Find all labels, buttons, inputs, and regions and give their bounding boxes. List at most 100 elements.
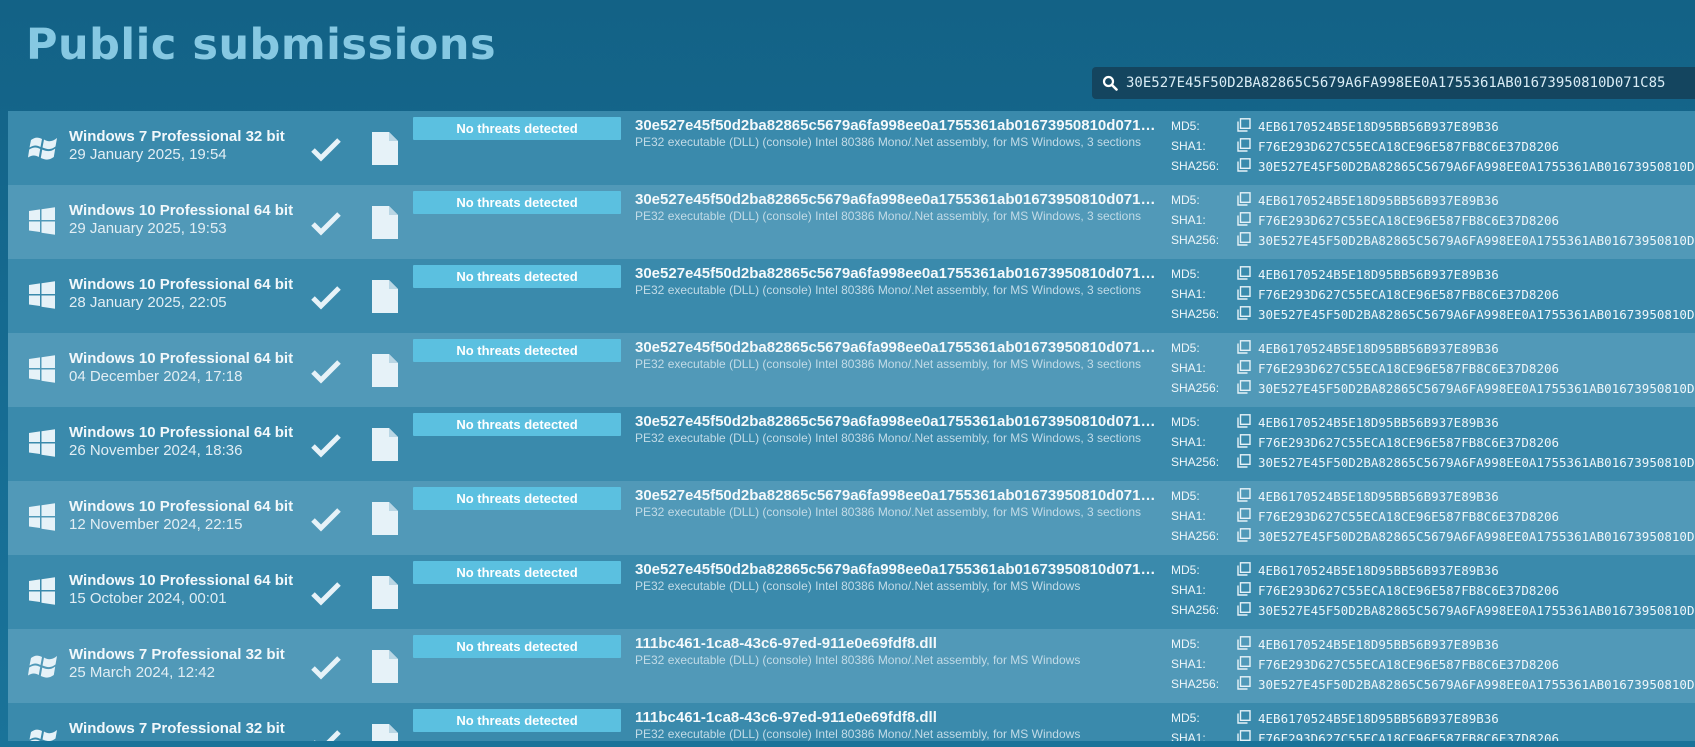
- sha256-value: 30E527E45F50D2BA82865C5679A6FA998EE0A175…: [1258, 677, 1695, 692]
- copy-icon[interactable]: [1237, 192, 1251, 206]
- submission-row[interactable]: Windows 10 Professional 64 bit 26 Novemb…: [8, 407, 1695, 481]
- copy-icon[interactable]: [1237, 602, 1251, 616]
- windows-7-icon: [28, 651, 60, 681]
- md5-label: MD5:: [1171, 267, 1200, 281]
- sha256-value: 30E527E45F50D2BA82865C5679A6FA998EE0A175…: [1258, 455, 1695, 470]
- md5-value: 4EB6170524B5E18D95BB56B937E89B36: [1258, 637, 1499, 652]
- submission-row[interactable]: Windows 10 Professional 64 bit 29 Januar…: [8, 185, 1695, 259]
- copy-icon[interactable]: [1237, 454, 1251, 468]
- check-icon: [311, 728, 341, 741]
- md5-value: 4EB6170524B5E18D95BB56B937E89B36: [1258, 563, 1499, 578]
- md5-label: MD5:: [1171, 489, 1200, 503]
- sha256-value: 30E527E45F50D2BA82865C5679A6FA998EE0A175…: [1258, 233, 1695, 248]
- md5-value: 4EB6170524B5E18D95BB56B937E89B36: [1258, 489, 1499, 504]
- status-badge[interactable]: No threats detected: [413, 709, 621, 732]
- submission-date: 29 January 2025, 19:54: [69, 146, 227, 163]
- sha256-value: 30E527E45F50D2BA82865C5679A6FA998EE0A175…: [1258, 381, 1695, 396]
- file-icon: [372, 724, 398, 741]
- sha1-label: SHA1:: [1171, 509, 1206, 523]
- copy-icon[interactable]: [1237, 360, 1251, 374]
- copy-icon[interactable]: [1237, 562, 1251, 576]
- submission-row[interactable]: Windows 10 Professional 64 bit 28 Januar…: [8, 259, 1695, 333]
- copy-icon[interactable]: [1237, 730, 1251, 741]
- file-name[interactable]: 30e527e45f50d2ba82865c5679a6fa998ee0a175…: [635, 339, 1159, 356]
- sha256-label: SHA256:: [1171, 159, 1220, 173]
- file-description: PE32 executable (DLL) (console) Intel 80…: [635, 283, 1142, 297]
- file-name[interactable]: 30e527e45f50d2ba82865c5679a6fa998ee0a175…: [635, 487, 1159, 504]
- copy-icon[interactable]: [1237, 118, 1251, 132]
- sha1-label: SHA1:: [1171, 657, 1206, 671]
- file-name[interactable]: 30e527e45f50d2ba82865c5679a6fa998ee0a175…: [635, 117, 1159, 134]
- search-bar[interactable]: [1092, 67, 1695, 99]
- check-icon: [311, 580, 341, 606]
- copy-icon[interactable]: [1237, 212, 1251, 226]
- md5-label: MD5:: [1171, 711, 1200, 725]
- file-name[interactable]: 30e527e45f50d2ba82865c5679a6fa998ee0a175…: [635, 413, 1159, 430]
- file-name[interactable]: 30e527e45f50d2ba82865c5679a6fa998ee0a175…: [635, 561, 1159, 578]
- file-icon: [372, 650, 398, 683]
- status-badge[interactable]: No threats detected: [413, 191, 621, 214]
- status-badge[interactable]: No threats detected: [413, 117, 621, 140]
- file-name[interactable]: 30e527e45f50d2ba82865c5679a6fa998ee0a175…: [635, 191, 1159, 208]
- submission-row[interactable]: Windows 10 Professional 64 bit 04 Decemb…: [8, 333, 1695, 407]
- submission-row[interactable]: Windows 7 Professional 32 bit No threats…: [8, 703, 1695, 741]
- copy-icon[interactable]: [1237, 414, 1251, 428]
- windows-10-icon: [28, 281, 60, 311]
- windows-7-icon: [28, 133, 60, 163]
- os-name: Windows 7 Professional 32 bit: [69, 128, 285, 145]
- sha256-value: 30E527E45F50D2BA82865C5679A6FA998EE0A175…: [1258, 529, 1695, 544]
- submission-row[interactable]: Windows 10 Professional 64 bit 15 Octobe…: [8, 555, 1695, 629]
- copy-icon[interactable]: [1237, 676, 1251, 690]
- status-badge[interactable]: No threats detected: [413, 561, 621, 584]
- copy-icon[interactable]: [1237, 266, 1251, 280]
- sha256-label: SHA256:: [1171, 455, 1220, 469]
- copy-icon[interactable]: [1237, 380, 1251, 394]
- copy-icon[interactable]: [1237, 434, 1251, 448]
- sha1-label: SHA1:: [1171, 213, 1206, 227]
- submission-date: 15 October 2024, 00:01: [69, 590, 227, 607]
- sha1-value: F76E293D627C55ECA18CE96E587FB8C6E37D8206: [1258, 287, 1560, 302]
- md5-label: MD5:: [1171, 637, 1200, 651]
- file-description: PE32 executable (DLL) (console) Intel 80…: [635, 135, 1142, 149]
- copy-icon[interactable]: [1237, 636, 1251, 650]
- copy-icon[interactable]: [1237, 710, 1251, 724]
- submission-row[interactable]: Windows 7 Professional 32 bit 29 January…: [8, 111, 1695, 185]
- windows-10-icon: [28, 503, 60, 533]
- submission-date: 29 January 2025, 19:53: [69, 220, 227, 237]
- copy-icon[interactable]: [1237, 488, 1251, 502]
- status-badge[interactable]: No threats detected: [413, 635, 621, 658]
- sha1-label: SHA1:: [1171, 287, 1206, 301]
- copy-icon[interactable]: [1237, 232, 1251, 246]
- copy-icon[interactable]: [1237, 582, 1251, 596]
- search-icon: [1102, 75, 1118, 91]
- page-title: Public submissions: [26, 20, 497, 70]
- submission-date: 12 November 2024, 22:15: [69, 516, 243, 533]
- status-badge[interactable]: No threats detected: [413, 339, 621, 362]
- copy-icon[interactable]: [1237, 306, 1251, 320]
- os-name: Windows 7 Professional 32 bit: [69, 646, 285, 663]
- status-badge[interactable]: No threats detected: [413, 265, 621, 288]
- copy-icon[interactable]: [1237, 340, 1251, 354]
- status-badge[interactable]: No threats detected: [413, 487, 621, 510]
- md5-label: MD5:: [1171, 193, 1200, 207]
- md5-label: MD5:: [1171, 119, 1200, 133]
- copy-icon[interactable]: [1237, 656, 1251, 670]
- file-name[interactable]: 111bc461-1ca8-43c6-97ed-911e0e69fdf8.dll: [635, 635, 1159, 652]
- file-icon: [372, 428, 398, 461]
- sha1-label: SHA1:: [1171, 361, 1206, 375]
- status-badge[interactable]: No threats detected: [413, 413, 621, 436]
- submission-row[interactable]: Windows 10 Professional 64 bit 12 Novemb…: [8, 481, 1695, 555]
- copy-icon[interactable]: [1237, 158, 1251, 172]
- sha256-label: SHA256:: [1171, 381, 1220, 395]
- file-icon: [372, 206, 398, 239]
- copy-icon[interactable]: [1237, 508, 1251, 522]
- search-input[interactable]: [1126, 75, 1695, 91]
- file-name[interactable]: 30e527e45f50d2ba82865c5679a6fa998ee0a175…: [635, 265, 1159, 282]
- file-name[interactable]: 111bc461-1ca8-43c6-97ed-911e0e69fdf8.dll: [635, 709, 1159, 726]
- copy-icon[interactable]: [1237, 286, 1251, 300]
- md5-label: MD5:: [1171, 341, 1200, 355]
- submission-row[interactable]: Windows 7 Professional 32 bit 25 March 2…: [8, 629, 1695, 703]
- check-icon: [311, 136, 341, 162]
- copy-icon[interactable]: [1237, 528, 1251, 542]
- copy-icon[interactable]: [1237, 138, 1251, 152]
